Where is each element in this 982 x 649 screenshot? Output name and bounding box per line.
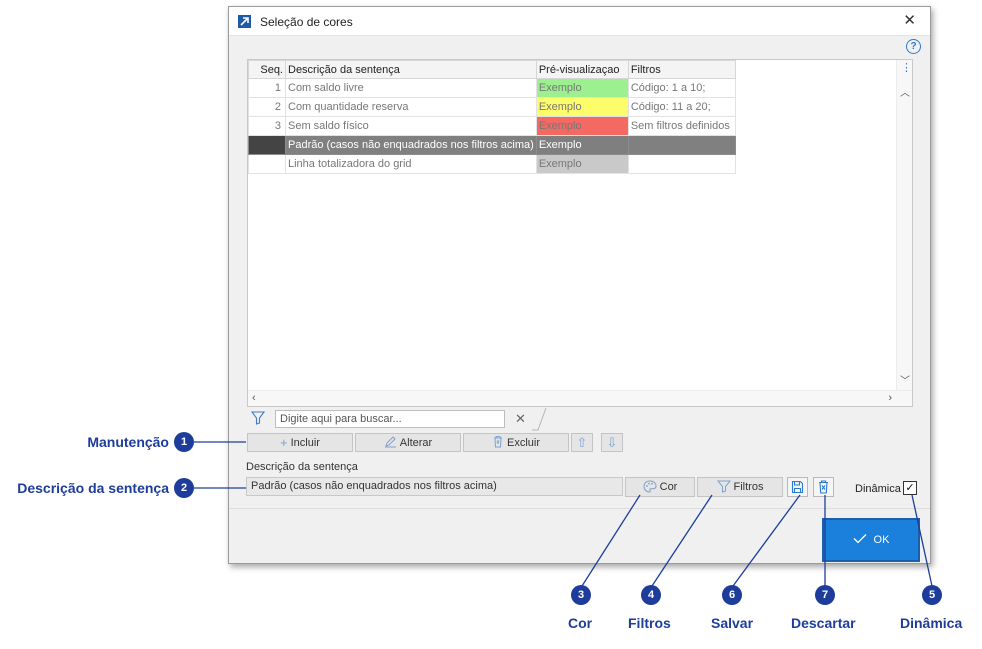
callout-badge-1: 1 [174, 432, 194, 452]
callout-badge-7: 7 [815, 585, 835, 605]
callout-label-dynamic: Dinâmica [900, 615, 963, 631]
callout-lines [194, 441, 933, 587]
callout-label-description: Descrição da sentença [17, 480, 169, 496]
callout-badge-4: 4 [641, 585, 661, 605]
callout-badge-5: 5 [922, 585, 942, 605]
callout-label-filters: Filtros [628, 615, 671, 631]
callout-label-discard: Descartar [791, 615, 856, 631]
callout-label-maintenance: Manutenção [87, 434, 169, 450]
callout-label-color: Cor [568, 615, 593, 631]
callout-badge-6: 6 [722, 585, 742, 605]
callout-label-save: Salvar [711, 615, 754, 631]
callout-badge-3: 3 [571, 585, 591, 605]
callout-badge-2: 2 [174, 478, 194, 498]
